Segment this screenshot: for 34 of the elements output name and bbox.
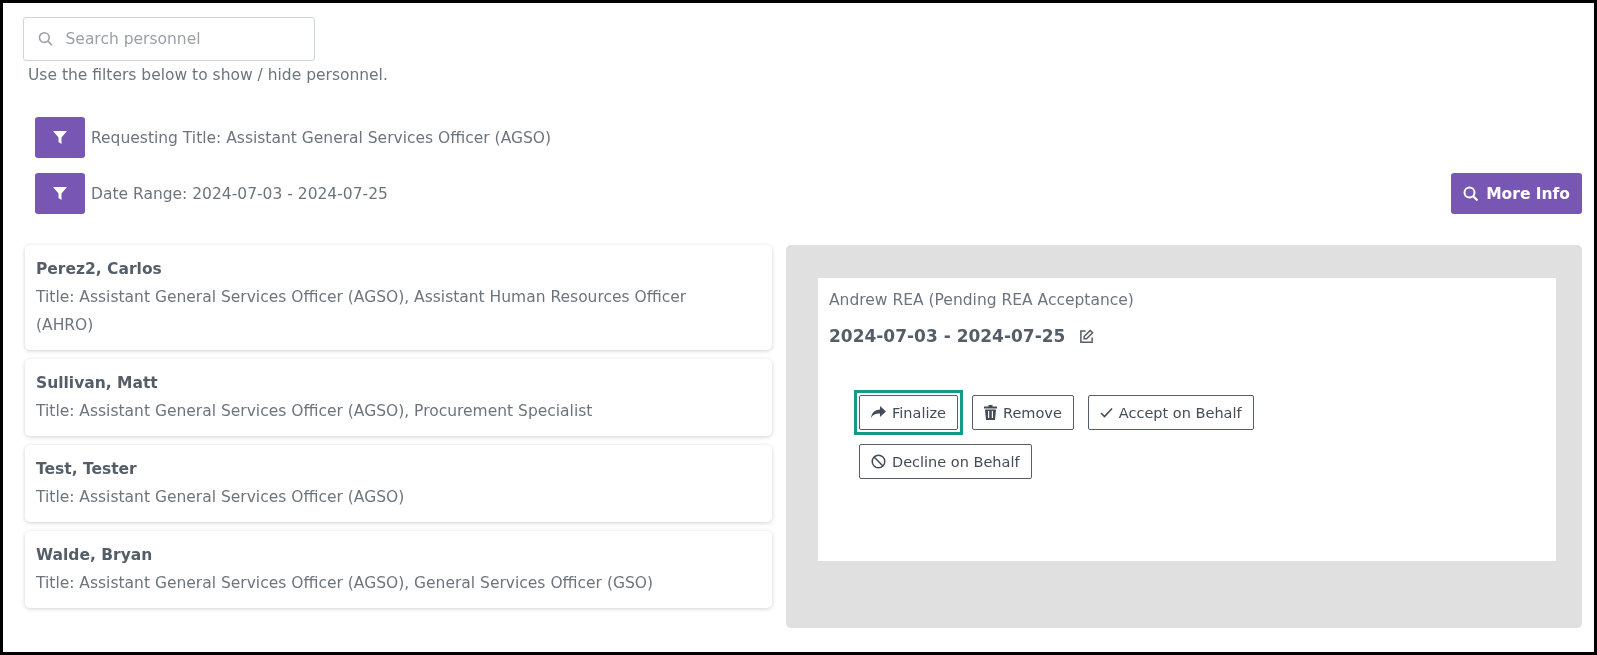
filter-button[interactable] [35,173,85,214]
action-button[interactable]: Accept on Behalf [1087,395,1254,430]
person-title: Title: Assistant General Services Officer (AGSO) [36,487,406,508]
check-icon [1099,407,1113,418]
search-field[interactable]: Search personnel [23,17,315,61]
trash-icon [984,405,997,420]
person-name: Sullivan, Matt [36,373,159,394]
ban-icon [871,454,886,469]
search-icon [1463,185,1480,202]
person-name: Walde, Bryan [36,545,154,566]
assignment-heading: Andrew REA (Pending REA Acceptance) [829,290,1135,311]
filter-button[interactable] [35,117,85,158]
person-name: Perez2, Carlos [36,259,163,280]
person-title: Title: Assistant General Services Officer (AGSO), Assistant Human Resources Officer (AHRO) [36,287,688,336]
share-icon [871,406,886,419]
action-button[interactable]: Remove [972,395,1074,430]
filter-icon [53,186,67,201]
more-info-button[interactable]: More Info [1451,173,1582,214]
personnel-card[interactable]: Perez2, Carlos Title: Assistant General Services Officer (AGSO), Assistant Human Resources Officer (AHRO) [25,245,772,350]
filter-label: Date Range: 2024-07-03 - 2024-07-25 [91,184,388,203]
filter-hint: Use the filters below to show / hide personnel. [28,65,389,85]
person-title: Title: Assistant General Services Officer (AGSO), Procurement Specialist [36,401,594,422]
edit-icon[interactable] [1079,328,1095,344]
search-icon [38,31,54,47]
person-name: Test, Tester [36,459,138,480]
filter-icon [53,130,67,145]
filter-label: Requesting Title: Assistant General Services Officer (AGSO) [91,128,552,147]
action-button[interactable]: Decline on Behalf [859,444,1032,479]
assignment-date-range: 2024-07-03 - 2024-07-25 [829,326,1066,346]
personnel-card[interactable]: Walde, Bryan Title: Assistant General Services Officer (AGSO), General Services Officer (GSO) [25,531,772,608]
personnel-card[interactable]: Test, Tester Title: Assistant General Services Officer (AGSO) [25,445,772,522]
person-title: Title: Assistant General Services Officer (AGSO), General Services Officer (GSO) [36,573,655,594]
action-button[interactable]: Finalize [859,395,958,430]
personnel-card[interactable]: Sullivan, Matt Title: Assistant General Services Officer (AGSO), Procurement Specialist [25,359,772,436]
